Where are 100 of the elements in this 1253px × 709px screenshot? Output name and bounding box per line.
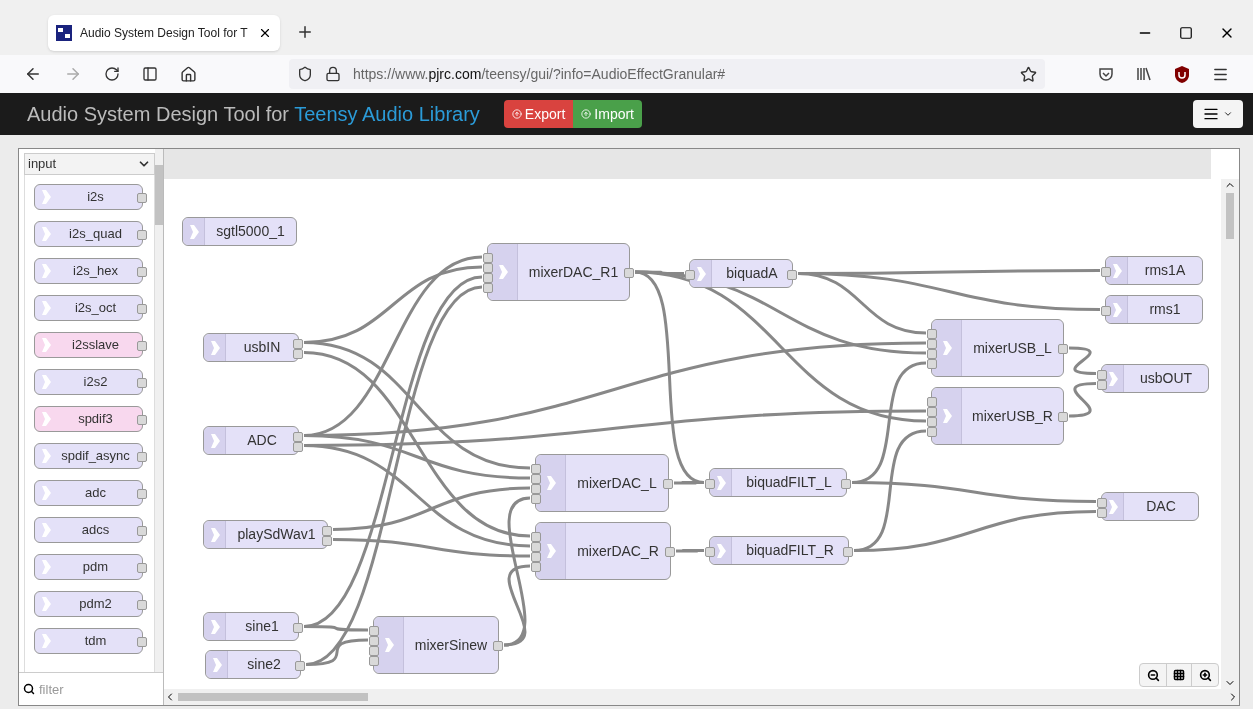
wire (1068, 346, 1097, 375)
port[interactable] (295, 660, 305, 671)
port (137, 341, 147, 351)
port[interactable] (705, 478, 715, 489)
menu-dropdown-button[interactable] (1193, 100, 1243, 128)
app-title: Audio System Design Tool for Teensy Audio Library (27, 102, 480, 127)
tab-title: Audio System Design Tool for T (80, 25, 249, 42)
port[interactable] (1097, 369, 1107, 380)
arrow-icon (544, 475, 557, 491)
bookmark-star-icon[interactable] (1020, 65, 1037, 83)
back-icon[interactable] (24, 65, 42, 83)
zoom-in-icon (1198, 668, 1212, 682)
port[interactable] (293, 622, 303, 633)
arrow-icon (40, 633, 52, 649)
zoom-reset-button[interactable] (1166, 664, 1193, 686)
address-bar[interactable]: https://www.pjrc.com/teensy/gui/?info=AudioEffectGranular# (289, 59, 1045, 89)
audio-node[interactable]: sgtl5000_1 (182, 217, 297, 246)
close-icon[interactable] (258, 26, 272, 40)
arrow-icon (208, 526, 221, 543)
port[interactable] (685, 269, 695, 280)
export-button[interactable]: Export (503, 100, 574, 128)
node-label: i2s_quad (68, 225, 123, 244)
port[interactable] (293, 348, 303, 359)
shield-extension-icon[interactable] (1174, 65, 1190, 83)
arrow-icon (940, 340, 953, 356)
port[interactable] (493, 641, 503, 651)
port[interactable] (1101, 305, 1111, 316)
arrow-icon (208, 618, 221, 635)
arrow-icon (1110, 301, 1123, 318)
reader-icon[interactable] (142, 66, 158, 82)
arrow-icon (40, 189, 52, 205)
port (137, 230, 147, 240)
port[interactable] (1101, 266, 1111, 277)
arrow-icon (1106, 370, 1119, 387)
node-label: mixerDAC_L (576, 473, 658, 493)
arrow-icon (1110, 262, 1123, 279)
port[interactable] (1058, 344, 1068, 354)
node-label: usbIN (242, 338, 282, 357)
scrollbar-thumb[interactable] (178, 693, 368, 701)
node-label: biquadA (725, 264, 779, 283)
node-label: mixerUSB_L (972, 338, 1053, 358)
port[interactable] (1097, 507, 1107, 518)
port[interactable] (663, 479, 673, 489)
arrow-icon (40, 411, 52, 427)
arrow-icon (382, 637, 395, 653)
port[interactable] (293, 338, 303, 349)
horizontal-scrollbar[interactable] (164, 689, 1239, 705)
port[interactable] (293, 431, 303, 442)
node-label: pdm2 (78, 595, 113, 614)
arrow-icon (40, 374, 52, 390)
maximize-icon[interactable] (1179, 26, 1193, 40)
node-label: i2sslave (71, 336, 120, 355)
port[interactable] (1097, 497, 1107, 508)
port[interactable] (293, 441, 303, 452)
port (137, 267, 147, 277)
port[interactable] (1097, 379, 1107, 390)
node-label: playSdWav1 (236, 525, 317, 544)
arrow-icon (40, 226, 52, 242)
port[interactable] (843, 546, 853, 557)
port[interactable] (665, 547, 675, 557)
port[interactable] (322, 535, 332, 546)
port[interactable] (624, 268, 634, 278)
search-icon (23, 683, 35, 695)
upload-icon (581, 109, 592, 119)
category-dropdown[interactable]: input (24, 153, 155, 175)
port[interactable] (841, 478, 851, 489)
scrollbar-thumb[interactable] (155, 165, 163, 225)
node-label: adc (84, 484, 107, 503)
arrow-icon (208, 432, 221, 449)
scrollbar-thumb[interactable] (1226, 193, 1234, 239)
node-label: pdm (81, 558, 110, 577)
reload-icon[interactable] (104, 66, 120, 82)
arrow-icon (208, 339, 221, 356)
port (137, 489, 147, 499)
list-icon (1203, 106, 1219, 122)
node-label: i2s2 (82, 373, 109, 392)
browser-tab[interactable]: Audio System Design Tool for T (48, 15, 280, 51)
node-label: sine2 (246, 655, 282, 674)
port[interactable] (787, 269, 797, 280)
port[interactable] (1058, 412, 1068, 422)
port[interactable] (322, 525, 332, 536)
node-label: mixerDAC_R (576, 541, 660, 561)
home-icon[interactable] (180, 65, 197, 83)
arrow-icon (694, 265, 707, 282)
vertical-scrollbar[interactable] (1221, 179, 1239, 689)
arrow-icon (210, 656, 223, 673)
library-icon[interactable] (1136, 66, 1152, 82)
forward-icon[interactable] (64, 65, 82, 83)
port (137, 304, 147, 314)
node-label: biquadFILT_L (745, 473, 833, 492)
node-label: mixerDAC_R1 (527, 262, 620, 282)
arrow-icon (496, 264, 509, 280)
pocket-icon[interactable] (1098, 66, 1114, 82)
filter-field[interactable]: filter (39, 676, 157, 702)
node-label: ADC (246, 431, 278, 450)
port[interactable] (705, 546, 715, 557)
new-tab-icon[interactable] (296, 23, 314, 41)
scrollbar[interactable] (155, 149, 163, 672)
arrow-icon (40, 337, 52, 353)
node-label: DAC (1145, 497, 1177, 516)
